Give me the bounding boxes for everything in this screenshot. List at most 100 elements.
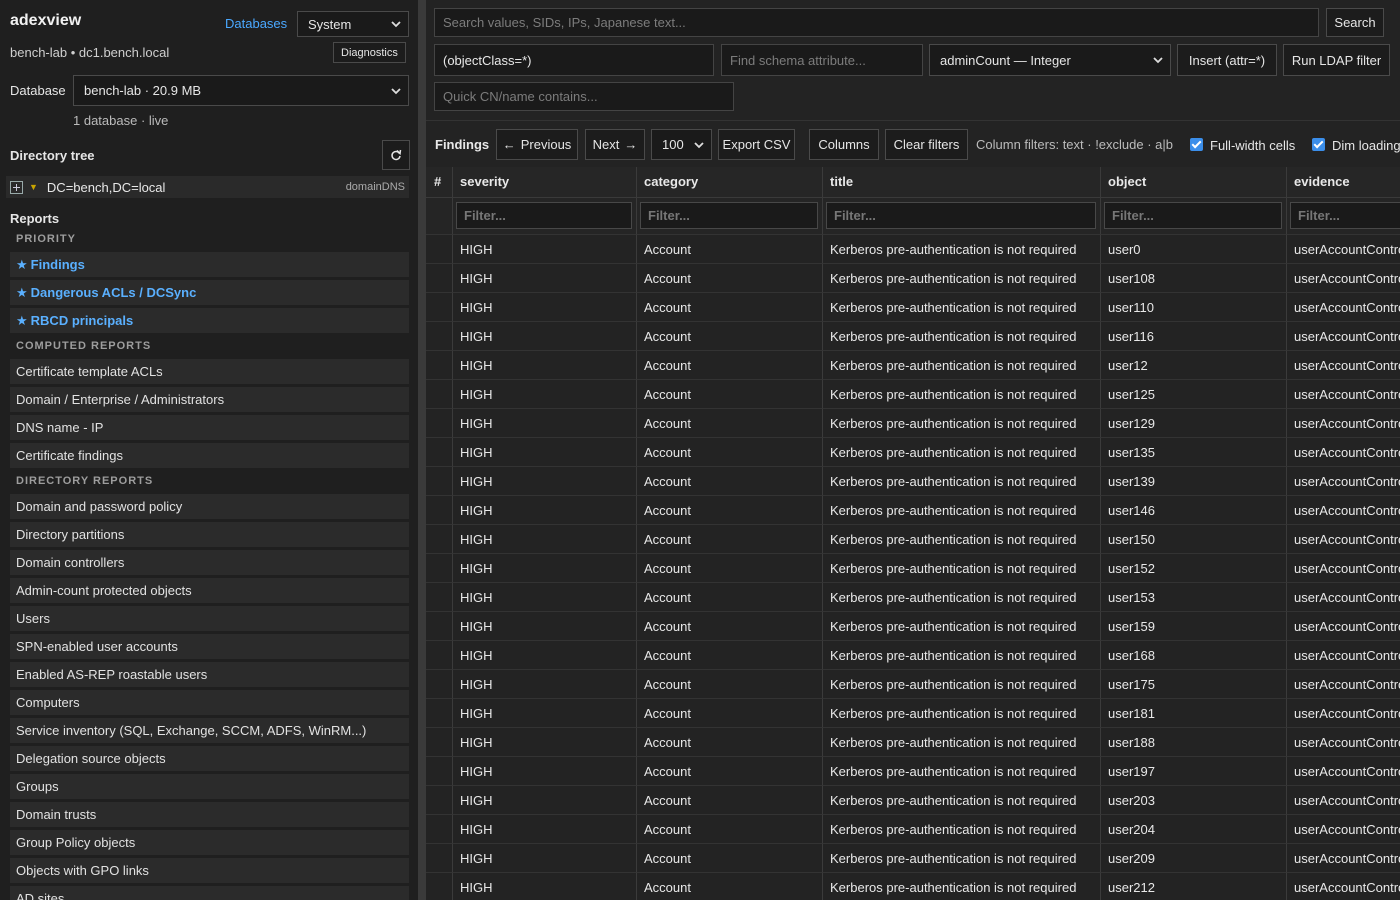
nav-item[interactable]: SPN-enabled user accounts: [10, 634, 409, 659]
evidence-cell: userAccountControl: [1287, 235, 1400, 264]
nav-item[interactable]: Admin-count protected objects: [10, 578, 409, 603]
clear-filters-button[interactable]: Clear filters: [885, 129, 968, 160]
nav-item[interactable]: ★ Dangerous ACLs / DCSync: [10, 280, 409, 305]
refresh-button[interactable]: [382, 140, 410, 170]
column-header[interactable]: #: [426, 167, 453, 198]
next-button[interactable]: Next →: [585, 129, 645, 160]
column-header[interactable]: category: [637, 167, 823, 198]
table-row[interactable]: HIGH Account Kerberos pre-authentication i…: [426, 496, 1400, 525]
table-row[interactable]: HIGH Account Kerberos pre-authentication i…: [426, 699, 1400, 728]
table-row[interactable]: HIGH Account Kerberos pre-authentication i…: [426, 467, 1400, 496]
nav-item[interactable]: Domain controllers: [10, 550, 409, 575]
table-row[interactable]: HIGH Account Kerberos pre-authentication i…: [426, 351, 1400, 380]
table-row[interactable]: HIGH Account Kerberos pre-authentication i…: [426, 322, 1400, 351]
full-width-checkbox[interactable]: [1190, 138, 1203, 151]
attribute-select[interactable]: adminCount — Integer: [929, 44, 1171, 76]
table-row[interactable]: HIGH Account Kerberos pre-authentication i…: [426, 815, 1400, 844]
nav-item[interactable]: Service inventory (SQL, Exchange, SCCM, …: [10, 718, 409, 743]
column-header[interactable]: severity: [453, 167, 637, 198]
table-filter-row: Filter... Filter... Filter... Filter... Filt…: [426, 198, 1400, 235]
table-row[interactable]: HIGH Account Kerberos pre-authentication i…: [426, 786, 1400, 815]
nav-item[interactable]: Group Policy objects: [10, 830, 409, 855]
page-size-select[interactable]: 100: [651, 129, 712, 160]
table-row[interactable]: HIGH Account Kerberos pre-authentication i…: [426, 293, 1400, 322]
database-select[interactable]: bench-lab · 20.9 MB: [73, 75, 409, 106]
columns-button[interactable]: Columns: [809, 129, 879, 160]
column-header[interactable]: evidence: [1287, 167, 1400, 198]
column-filter-input[interactable]: Filter...: [826, 202, 1096, 229]
category-cell: Account: [637, 786, 823, 815]
table-row[interactable]: HIGH Account Kerberos pre-authentication i…: [426, 554, 1400, 583]
table-row[interactable]: HIGH Account Kerberos pre-authentication i…: [426, 583, 1400, 612]
nav-item[interactable]: Certificate template ACLs: [10, 359, 409, 384]
nav-item[interactable]: Certificate findings: [10, 443, 409, 468]
nav-item[interactable]: AD sites: [10, 886, 409, 900]
row-number: [426, 786, 453, 815]
object-cell: user203: [1101, 786, 1287, 815]
nav-item[interactable]: Objects with GPO links: [10, 858, 409, 883]
evidence-cell: userAccountControl: [1287, 322, 1400, 351]
table-row[interactable]: HIGH Account Kerberos pre-authentication i…: [426, 873, 1400, 900]
evidence-cell: userAccountControl: [1287, 815, 1400, 844]
nav-item[interactable]: Delegation source objects: [10, 746, 409, 771]
object-cell: user129: [1101, 409, 1287, 438]
nav-item[interactable]: Computers: [10, 690, 409, 715]
table-row[interactable]: HIGH Account Kerberos pre-authentication i…: [426, 670, 1400, 699]
table-row[interactable]: HIGH Account Kerberos pre-authentication i…: [426, 380, 1400, 409]
column-filter-input[interactable]: Filter...: [456, 202, 632, 229]
nav-item[interactable]: Directory partitions: [10, 522, 409, 547]
dim-loading-label[interactable]: Dim loading: [1332, 138, 1400, 153]
dim-loading-checkbox[interactable]: [1312, 138, 1325, 151]
object-cell: user181: [1101, 699, 1287, 728]
category-cell: Account: [637, 583, 823, 612]
table-row[interactable]: HIGH Account Kerberos pre-authentication i…: [426, 728, 1400, 757]
theme-select[interactable]: System: [297, 11, 409, 37]
column-header[interactable]: object: [1101, 167, 1287, 198]
table-row[interactable]: HIGH Account Kerberos pre-authentication i…: [426, 525, 1400, 554]
column-filter-input[interactable]: Filter...: [1104, 202, 1282, 229]
table-row[interactable]: HIGH Account Kerberos pre-authentication i…: [426, 612, 1400, 641]
nav-item[interactable]: Enabled AS-REP roastable users: [10, 662, 409, 687]
nav-item[interactable]: Users: [10, 606, 409, 631]
nav-item-label: AD sites: [16, 891, 65, 900]
table-row[interactable]: HIGH Account Kerberos pre-authentication i…: [426, 844, 1400, 873]
sidebar-resizer[interactable]: [418, 0, 426, 900]
title-cell: Kerberos pre-authentication is not requi…: [823, 554, 1101, 583]
run-ldap-filter-button[interactable]: Run LDAP filter: [1283, 44, 1390, 76]
ldap-filter-input[interactable]: (objectClass=*): [434, 44, 714, 76]
previous-button[interactable]: ← Previous: [496, 129, 578, 160]
column-filter-input[interactable]: Filter...: [1290, 202, 1400, 229]
nav-item[interactable]: Groups: [10, 774, 409, 799]
nav-item[interactable]: Domain trusts: [10, 802, 409, 827]
quick-name-input[interactable]: Quick CN/name contains...: [434, 82, 734, 111]
tree-node-root[interactable]: ▼ DC=bench,DC=local domainDNS: [6, 176, 409, 198]
severity-cell: HIGH: [453, 815, 637, 844]
nav-item[interactable]: ★ RBCD principals: [10, 308, 409, 333]
nav-item[interactable]: Domain and password policy: [10, 494, 409, 519]
table-row[interactable]: HIGH Account Kerberos pre-authentication i…: [426, 641, 1400, 670]
table-row[interactable]: HIGH Account Kerberos pre-authentication i…: [426, 757, 1400, 786]
object-cell: user0: [1101, 235, 1287, 264]
nav-item[interactable]: DNS name - IP: [10, 415, 409, 440]
column-filter-input[interactable]: Filter...: [640, 202, 818, 229]
search-button[interactable]: Search: [1326, 8, 1384, 37]
table-row[interactable]: HIGH Account Kerberos pre-authentication i…: [426, 264, 1400, 293]
column-header[interactable]: title: [823, 167, 1101, 198]
nav-item[interactable]: ★ Findings: [10, 252, 409, 277]
full-width-label[interactable]: Full-width cells: [1210, 138, 1295, 153]
export-csv-button[interactable]: Export CSV: [718, 129, 795, 160]
databases-link[interactable]: Databases: [225, 16, 287, 31]
category-cell: Account: [637, 467, 823, 496]
schema-attribute-input[interactable]: Find schema attribute...: [721, 44, 923, 76]
insert-attr-button[interactable]: Insert (attr=*): [1177, 44, 1277, 76]
table-row[interactable]: HIGH Account Kerberos pre-authentication i…: [426, 235, 1400, 264]
severity-cell: HIGH: [453, 873, 637, 900]
row-number: [426, 554, 453, 583]
table-row[interactable]: HIGH Account Kerberos pre-authentication i…: [426, 438, 1400, 467]
search-input[interactable]: Search values, SIDs, IPs, Japanese text.…: [434, 8, 1319, 37]
expand-icon[interactable]: [10, 180, 23, 194]
table-row[interactable]: HIGH Account Kerberos pre-authentication i…: [426, 409, 1400, 438]
diagnostics-button[interactable]: Diagnostics: [333, 42, 406, 63]
object-cell: user188: [1101, 728, 1287, 757]
nav-item[interactable]: Domain / Enterprise / Administrators: [10, 387, 409, 412]
